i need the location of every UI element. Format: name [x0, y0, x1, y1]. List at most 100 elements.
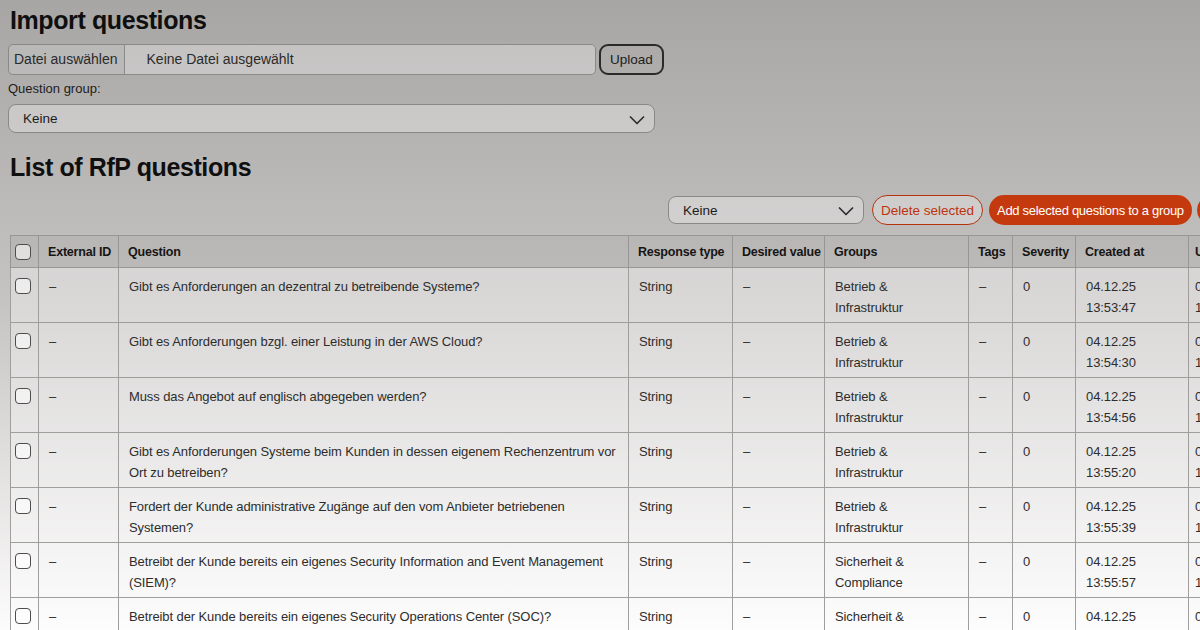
table-header-row: External ID Question Response type Desir…	[11, 236, 1200, 268]
cell-updated-at: 04.12.2513:54:56	[1189, 378, 1200, 433]
list-toolbar: Keine Delete selected Add selected quest…	[668, 195, 1200, 225]
cell-updated-at: 04.12.2513:54:30	[1189, 323, 1200, 378]
cell-external-id: –	[39, 378, 119, 433]
cell-question: Gibt es Anforderungen bzgl. einer Leistu…	[119, 323, 629, 378]
cell-question: Gibt es Anforderungen Systeme beim Kunde…	[119, 433, 629, 488]
cell-updated-at: 04.12.2513:53:47	[1189, 268, 1200, 323]
cell-desired-value: –	[733, 323, 825, 378]
upload-button[interactable]: Upload	[599, 44, 664, 75]
col-severity: Severity	[1013, 236, 1076, 268]
row-checkbox[interactable]	[15, 278, 31, 294]
table-row: –Gibt es Anforderungen Systeme beim Kund…	[11, 433, 1200, 488]
cell-external-id: –	[39, 488, 119, 543]
cell-question: Betreibt der Kunde bereits ein eigenes S…	[119, 543, 629, 598]
table-row: –Gibt es Anforderungen bzgl. einer Leist…	[11, 323, 1200, 378]
row-checkbox[interactable]	[15, 553, 31, 569]
cell-created-at: 04.12.2513:54:56	[1076, 378, 1189, 433]
cell-tags: –	[969, 488, 1013, 543]
cell-question: Fordert der Kunde administrative Zugänge…	[119, 488, 629, 543]
row-checkbox-cell	[11, 268, 39, 323]
row-checkbox-cell	[11, 378, 39, 433]
list-title: List of RfP questions	[0, 153, 1200, 181]
cell-desired-value: –	[733, 433, 825, 488]
table-row: –Betreibt der Kunde bereits ein eigenes …	[11, 543, 1200, 598]
cell-groups: Sicherheit & Compliance	[825, 543, 969, 598]
table-row: –Betreibt der Kunde bereits ein eigenes …	[11, 598, 1200, 630]
import-questions-title: Import questions	[0, 0, 1200, 34]
cell-external-id: –	[39, 433, 119, 488]
cell-question: Gibt es Anforderungen an dezentral zu be…	[119, 268, 629, 323]
col-created-at: Created at	[1076, 236, 1189, 268]
question-group-select[interactable]: Keine	[8, 104, 655, 133]
table-row: –Muss das Angebot auf englisch abgegeben…	[11, 378, 1200, 433]
cell-response-type: String	[629, 268, 733, 323]
chevron-down-icon	[629, 116, 645, 125]
table-row: –Gibt es Anforderungen an dezentral zu b…	[11, 268, 1200, 323]
cell-tags: –	[969, 323, 1013, 378]
cell-groups: Betrieb & Infrastruktur	[825, 433, 969, 488]
row-checkbox-cell	[11, 433, 39, 488]
cell-severity: 0	[1013, 378, 1076, 433]
cell-created-at: 04.12.25	[1076, 598, 1189, 630]
cell-severity: 0	[1013, 323, 1076, 378]
cell-desired-value: –	[733, 598, 825, 630]
cell-created-at: 04.12.2513:55:39	[1076, 488, 1189, 543]
cell-response-type: String	[629, 488, 733, 543]
col-question: Question	[119, 236, 629, 268]
add-to-group-button[interactable]: Add selected questions to a group	[989, 195, 1192, 225]
cell-severity: 0	[1013, 488, 1076, 543]
choose-file-button[interactable]: Datei auswählen	[9, 45, 125, 74]
row-checkbox[interactable]	[15, 388, 31, 404]
question-group-label: Question group:	[8, 81, 1200, 96]
cell-external-id: –	[39, 323, 119, 378]
file-input[interactable]: Datei auswählen Keine Datei ausgewählt	[8, 44, 596, 75]
question-group-select-value: Keine	[9, 105, 654, 132]
cell-desired-value: –	[733, 268, 825, 323]
cell-question: Betreibt der Kunde bereits ein eigenes S…	[119, 598, 629, 630]
file-upload-row: Datei auswählen Keine Datei ausgewählt U…	[8, 44, 1200, 75]
cell-updated-at: 04.12.2513:55:57	[1189, 543, 1200, 598]
cell-external-id: –	[39, 543, 119, 598]
cell-external-id: –	[39, 268, 119, 323]
cell-severity: 0	[1013, 543, 1076, 598]
cell-created-at: 04.12.2513:54:30	[1076, 323, 1189, 378]
cell-tags: –	[969, 543, 1013, 598]
cell-external-id: –	[39, 598, 119, 630]
cell-updated-at: 04.12.25	[1189, 598, 1200, 630]
row-checkbox-cell	[11, 488, 39, 543]
cell-response-type: String	[629, 543, 733, 598]
col-tags: Tags	[969, 236, 1013, 268]
col-response-type: Response type	[629, 236, 733, 268]
cell-updated-at: 04.12.2513:55:20	[1189, 433, 1200, 488]
cell-tags: –	[969, 268, 1013, 323]
row-checkbox[interactable]	[15, 498, 31, 514]
cell-severity: 0	[1013, 598, 1076, 630]
table-row: –Fordert der Kunde administrative Zugäng…	[11, 488, 1200, 543]
row-checkbox[interactable]	[15, 443, 31, 459]
cell-updated-at: 04.12.2513:55:39	[1189, 488, 1200, 543]
chevron-down-icon	[838, 207, 854, 216]
row-checkbox-cell	[11, 543, 39, 598]
col-groups: Groups	[825, 236, 969, 268]
cell-created-at: 04.12.2513:55:20	[1076, 433, 1189, 488]
cell-groups: Betrieb & Infrastruktur	[825, 323, 969, 378]
cell-desired-value: –	[733, 378, 825, 433]
cell-groups: Betrieb & Infrastruktur	[825, 268, 969, 323]
cell-desired-value: –	[733, 543, 825, 598]
col-desired-value: Desired value	[733, 236, 825, 268]
row-checkbox[interactable]	[15, 333, 31, 349]
cell-severity: 0	[1013, 268, 1076, 323]
col-external-id: External ID	[39, 236, 119, 268]
cell-question: Muss das Angebot auf englisch abgegeben …	[119, 378, 629, 433]
cell-tags: –	[969, 433, 1013, 488]
group-filter-select[interactable]: Keine	[668, 196, 864, 224]
delete-selected-button[interactable]: Delete selected	[872, 195, 983, 225]
cell-created-at: 04.12.2513:53:47	[1076, 268, 1189, 323]
cell-response-type: String	[629, 433, 733, 488]
cell-response-type: String	[629, 323, 733, 378]
select-all-checkbox[interactable]	[15, 244, 31, 260]
col-updated-at: Updated at	[1189, 236, 1200, 268]
row-checkbox[interactable]	[15, 608, 31, 624]
row-checkbox-cell	[11, 598, 39, 630]
cell-desired-value: –	[733, 488, 825, 543]
